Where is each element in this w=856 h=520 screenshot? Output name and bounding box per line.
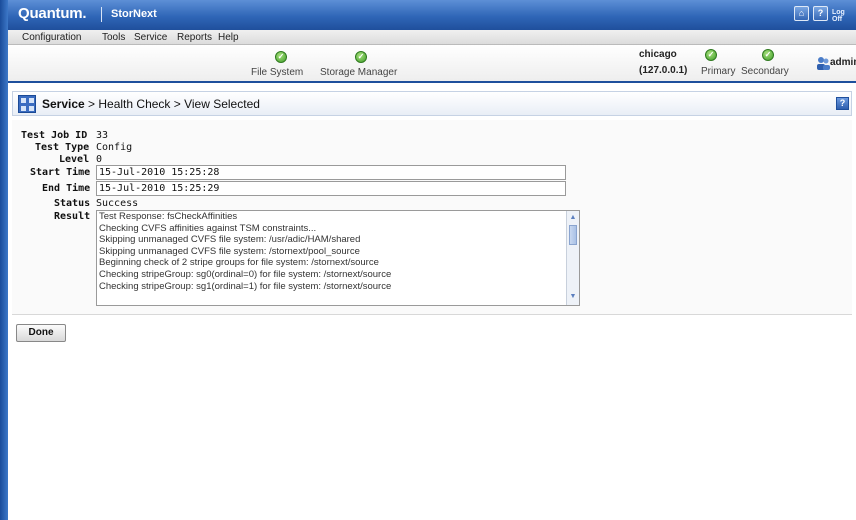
host-name: chicago bbox=[639, 49, 677, 60]
result-line: Skipping unmanaged CVFS file system: /us… bbox=[99, 234, 361, 246]
done-button[interactable]: Done bbox=[16, 324, 66, 342]
result-line: Checking stripeGroup: sg0(ordinal=0) for… bbox=[99, 268, 392, 280]
help-top-icon[interactable]: ? bbox=[813, 6, 828, 21]
breadcrumb: Service > Health Check > View Selected bbox=[42, 97, 260, 111]
menu-item-tools[interactable]: Tools bbox=[102, 32, 125, 43]
home-icon[interactable]: ⌂ bbox=[794, 6, 809, 21]
menu-item-configuration[interactable]: Configuration bbox=[22, 32, 81, 43]
health-check-details: Test Job ID 33 Test Type Config Level 0 … bbox=[12, 120, 852, 315]
primary-ok-icon: ✓ bbox=[705, 49, 717, 61]
result-line: Beginning check of 2 stripe groups for f… bbox=[99, 257, 379, 269]
end-time-label: End Time bbox=[42, 183, 91, 194]
result-line: Test Response: fsCheckAffinities bbox=[99, 211, 238, 222]
logoff-link[interactable]: Log Off bbox=[832, 9, 856, 23]
user-name[interactable]: admin bbox=[830, 57, 856, 68]
breadcrumb-path: > Health Check > View Selected bbox=[84, 97, 260, 111]
result-line: Checking stripeGroup: sg1(ordinal=1) for… bbox=[99, 280, 392, 292]
result-scrollbar[interactable]: ▲ ▼ bbox=[566, 211, 579, 305]
help-icon[interactable]: ? bbox=[836, 97, 849, 110]
start-time-label: Start Time bbox=[30, 167, 91, 178]
status-label: Status bbox=[54, 198, 91, 209]
level-label: Level bbox=[59, 154, 90, 165]
menu-bar: Configuration Tools Service Reports Help bbox=[8, 30, 856, 45]
status-value: Success bbox=[96, 198, 139, 209]
brand-divider bbox=[101, 7, 102, 22]
status-bar: ✓ File System ✓ Storage Manager chicago … bbox=[8, 45, 856, 83]
menu-item-service[interactable]: Service bbox=[134, 32, 167, 43]
admin-user-icon bbox=[817, 57, 830, 70]
application-window: Quantum. StorNext ⌂ ? Log Off Configurat… bbox=[0, 0, 856, 520]
file-system-label[interactable]: File System bbox=[251, 67, 303, 78]
result-line: Checking CVFS affinities against TSM con… bbox=[99, 222, 317, 234]
menu-item-help[interactable]: Help bbox=[218, 32, 239, 43]
test-type-label: Test Type bbox=[35, 142, 90, 153]
brand-logo: Quantum. bbox=[18, 5, 87, 22]
end-time-field: 15-Jul-2010 15:25:29 bbox=[96, 181, 566, 196]
result-textarea[interactable]: Test Response: fsCheckAffinities Checkin… bbox=[96, 210, 580, 306]
page-header: Service > Health Check > View Selected ? bbox=[12, 91, 852, 116]
result-line: Skipping unmanaged CVFS file system: /st… bbox=[99, 245, 360, 257]
secondary-label[interactable]: Secondary bbox=[741, 66, 789, 77]
test-job-id-label: Test Job ID bbox=[21, 130, 88, 141]
storage-manager-ok-icon: ✓ bbox=[355, 51, 367, 63]
left-border bbox=[0, 0, 8, 520]
host-ip: (127.0.0.1) bbox=[639, 65, 688, 76]
start-time-field: 15-Jul-2010 15:25:28 bbox=[96, 165, 566, 180]
scroll-down-arrow-icon[interactable]: ▼ bbox=[568, 292, 578, 302]
brand-bar: Quantum. StorNext ⌂ ? Log Off bbox=[8, 0, 856, 30]
storage-manager-label[interactable]: Storage Manager bbox=[320, 67, 397, 78]
scroll-thumb[interactable] bbox=[569, 225, 577, 245]
test-job-id-value: 33 bbox=[96, 130, 109, 141]
secondary-ok-icon: ✓ bbox=[762, 49, 774, 61]
test-type-value: Config bbox=[96, 142, 133, 153]
result-label: Result bbox=[54, 211, 91, 222]
scroll-up-arrow-icon[interactable]: ▲ bbox=[568, 213, 578, 223]
primary-label[interactable]: Primary bbox=[701, 66, 735, 77]
product-name: StorNext bbox=[111, 8, 157, 20]
file-system-ok-icon: ✓ bbox=[275, 51, 287, 63]
menu-item-reports[interactable]: Reports bbox=[177, 32, 212, 43]
level-value: 0 bbox=[96, 154, 103, 165]
service-icon bbox=[18, 95, 36, 113]
result-lines: Test Response: fsCheckAffinities Checkin… bbox=[99, 211, 551, 292]
breadcrumb-section: Service bbox=[42, 97, 85, 111]
